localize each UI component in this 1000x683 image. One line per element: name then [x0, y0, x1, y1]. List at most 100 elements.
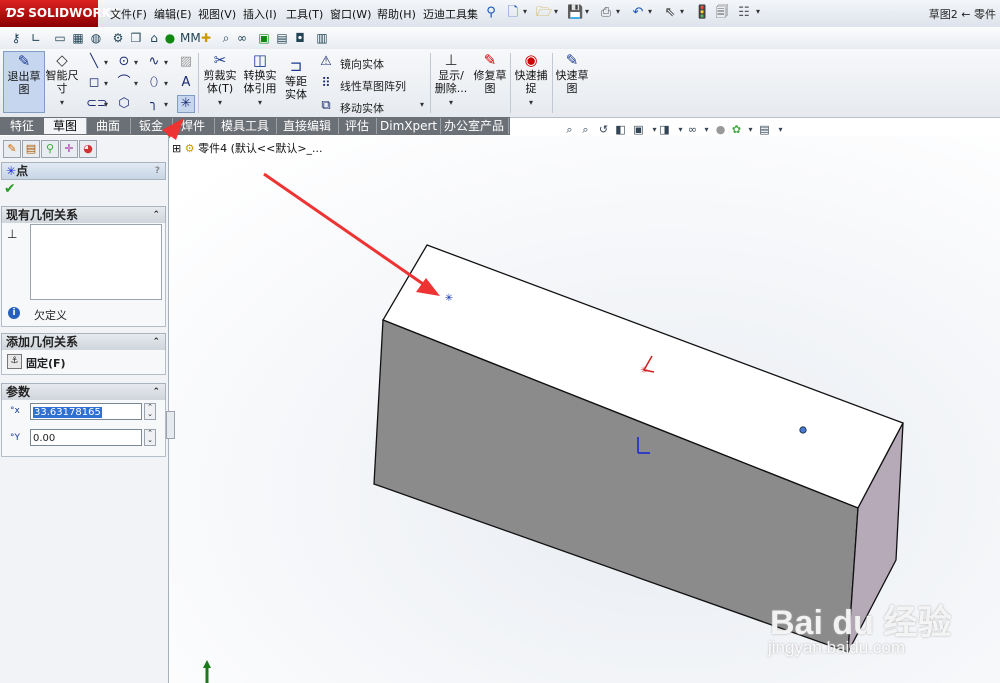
chevron-down-icon[interactable]: ▾: [554, 7, 558, 16]
dimxpert-manager-tab-icon[interactable]: ✛: [60, 140, 78, 158]
mirror-entities-button[interactable]: 镜向实体: [340, 56, 384, 72]
rapid-sketch-button[interactable]: ✎ 快速草图: [555, 51, 589, 95]
convert-entities-button[interactable]: ◫ 转换实体引用 ▾: [240, 51, 280, 109]
tab-office-products[interactable]: 办公室产品: [440, 118, 509, 134]
menu-edit[interactable]: 编辑(E): [154, 6, 192, 22]
zoom-to-fit-icon[interactable]: ⌕: [563, 123, 576, 136]
chevron-down-icon[interactable]: ▾: [104, 58, 108, 67]
chevron-down-icon[interactable]: ▾: [164, 79, 168, 88]
menu-file[interactable]: 文件(F): [110, 6, 147, 22]
spring-icon[interactable]: MM: [180, 30, 201, 46]
feature-tree-flyout[interactable]: ⊞ ⚙ 零件4 (默认<<默认>_...: [172, 140, 323, 156]
display-delete-relations-button[interactable]: ⊥ 显示/删除... ▾: [434, 51, 468, 109]
solidworks-logo[interactable]: ƊS SOLIDWORKS: [0, 0, 120, 27]
relations-list[interactable]: [30, 224, 162, 300]
search-icon[interactable]: ⌕: [218, 30, 234, 46]
open-folder-icon[interactable]: 🗁: [536, 5, 552, 21]
circle-icon[interactable]: ⊙: [116, 54, 132, 70]
smart-dimension-button[interactable]: ◇ 智能尺寸 ▾: [45, 51, 79, 109]
chevron-down-icon[interactable]: ▾: [700, 123, 713, 136]
binoculars-icon[interactable]: ∞: [234, 30, 250, 46]
grid-icon[interactable]: ▦: [70, 30, 86, 46]
mirror-icon[interactable]: ⚠: [318, 54, 334, 70]
excel-icon[interactable]: ▣: [256, 30, 272, 46]
chevron-down-icon[interactable]: ▾: [164, 100, 168, 109]
tab-evaluate[interactable]: 评估: [338, 118, 377, 134]
location-pin-icon[interactable]: ●: [162, 30, 178, 46]
camera-icon[interactable]: ◘: [292, 30, 308, 46]
tab-direct-editing[interactable]: 直接编辑: [276, 118, 339, 134]
move-entities-button[interactable]: 移动实体: [340, 100, 384, 116]
globe-icon[interactable]: ◍: [88, 30, 104, 46]
undo-icon[interactable]: ↶: [630, 5, 646, 21]
y-spinner[interactable]: ⌃ ⌄: [144, 429, 156, 446]
chevron-down-icon[interactable]: ▾: [134, 79, 138, 88]
file-properties-icon[interactable]: 🗐: [714, 5, 730, 21]
menu-maidi-tools[interactable]: 迈迪工具集: [423, 6, 478, 22]
menu-tools[interactable]: 工具(T): [286, 6, 323, 22]
collapse-icon[interactable]: ⌃: [152, 207, 160, 223]
section-view-icon[interactable]: ◧: [614, 123, 627, 136]
menu-help[interactable]: 帮助(H): [377, 6, 416, 22]
linear-pattern-icon[interactable]: ⠿: [318, 76, 334, 92]
chevron-down-icon[interactable]: ▾: [104, 79, 108, 88]
line-icon[interactable]: ╲: [86, 54, 102, 70]
print-icon[interactable]: ⎙: [598, 5, 614, 21]
text-icon[interactable]: A: [178, 75, 194, 91]
slot-icon[interactable]: ⊂⊃: [86, 96, 108, 112]
options-icon[interactable]: ☷: [736, 5, 752, 21]
tab-mold-tools[interactable]: 模具工具: [214, 118, 277, 134]
fix-relation-button[interactable]: 固定(F): [26, 355, 66, 371]
chevron-down-icon[interactable]: ▾: [680, 7, 684, 16]
view-orientation-icon[interactable]: ▣: [632, 123, 645, 136]
existing-relations-header[interactable]: 现有几何关系 ⌃: [1, 206, 166, 224]
collapse-icon[interactable]: ⌃: [152, 334, 160, 350]
chevron-down-icon[interactable]: ▾: [616, 7, 620, 16]
quick-snaps-button[interactable]: ◉ 快速捕捉 ▾: [512, 51, 550, 109]
fix-relation-icon[interactable]: ⚓: [7, 354, 22, 369]
help-icon[interactable]: ?: [155, 163, 160, 179]
configuration-manager-tab-icon[interactable]: ⚲: [41, 140, 59, 158]
add-relations-header[interactable]: 添加几何关系 ⌃: [1, 333, 166, 351]
x-coordinate-field[interactable]: 33.63178165: [30, 403, 142, 420]
new-document-icon[interactable]: 🗋: [505, 5, 521, 21]
panel-collapse-handle[interactable]: [166, 411, 175, 439]
exit-sketch-button[interactable]: ✎ 退出草图: [3, 51, 45, 113]
rebuild-traffic-light-icon[interactable]: 🚦: [694, 5, 710, 21]
chevron-down-icon[interactable]: ▾: [529, 98, 533, 107]
linear-pattern-button[interactable]: 线性草图阵列: [340, 78, 406, 94]
x-spinner[interactable]: ⌃ ⌄: [144, 403, 156, 420]
move-entities-icon[interactable]: ⧉: [318, 98, 334, 114]
pin-icon[interactable]: ⚲: [483, 5, 499, 21]
monitor-icon[interactable]: ▭: [52, 30, 68, 46]
chevron-down-icon[interactable]: ▾: [164, 58, 168, 67]
zoom-area-icon[interactable]: ⌕: [579, 123, 592, 136]
point-icon[interactable]: ✳: [177, 95, 195, 113]
display-style-icon[interactable]: ◨: [658, 123, 671, 136]
sketch-corner-icon[interactable]: ∟: [28, 30, 44, 46]
gear-icon[interactable]: ⚙: [110, 30, 126, 46]
y-coordinate-field[interactable]: 0.00: [30, 429, 142, 446]
select-cursor-icon[interactable]: ⇖: [662, 5, 678, 21]
chevron-down-icon[interactable]: ▾: [585, 7, 589, 16]
chevron-down-icon[interactable]: ▾: [744, 123, 757, 136]
chevron-down-icon[interactable]: ▾: [104, 100, 108, 109]
chevron-down-icon[interactable]: ▾: [218, 98, 222, 107]
collapse-icon[interactable]: ⌃: [152, 384, 160, 400]
spline-icon[interactable]: ∿: [146, 54, 162, 70]
fillet-icon[interactable]: ╮: [146, 96, 162, 112]
chevron-down-icon[interactable]: ▾: [60, 98, 64, 107]
property-manager-tab-icon[interactable]: ▤: [22, 140, 40, 158]
chevron-down-icon[interactable]: ▾: [756, 7, 760, 16]
sketch-point[interactable]: ✳: [445, 293, 453, 304]
chevron-down-icon[interactable]: ▾: [648, 7, 652, 16]
view-settings-icon[interactable]: ▤: [758, 123, 771, 136]
arc-icon[interactable]: ⌒: [116, 75, 132, 91]
sketch-endpoint[interactable]: [799, 426, 807, 434]
key-icon[interactable]: ⚷: [8, 30, 24, 46]
ok-check-icon[interactable]: ✔: [4, 181, 16, 197]
hide-show-items-icon[interactable]: ∞: [686, 123, 699, 136]
parameters-header[interactable]: 参数 ⌃: [1, 383, 166, 401]
component-icon[interactable]: ✚: [198, 30, 214, 46]
menu-insert[interactable]: 插入(I): [243, 6, 277, 22]
